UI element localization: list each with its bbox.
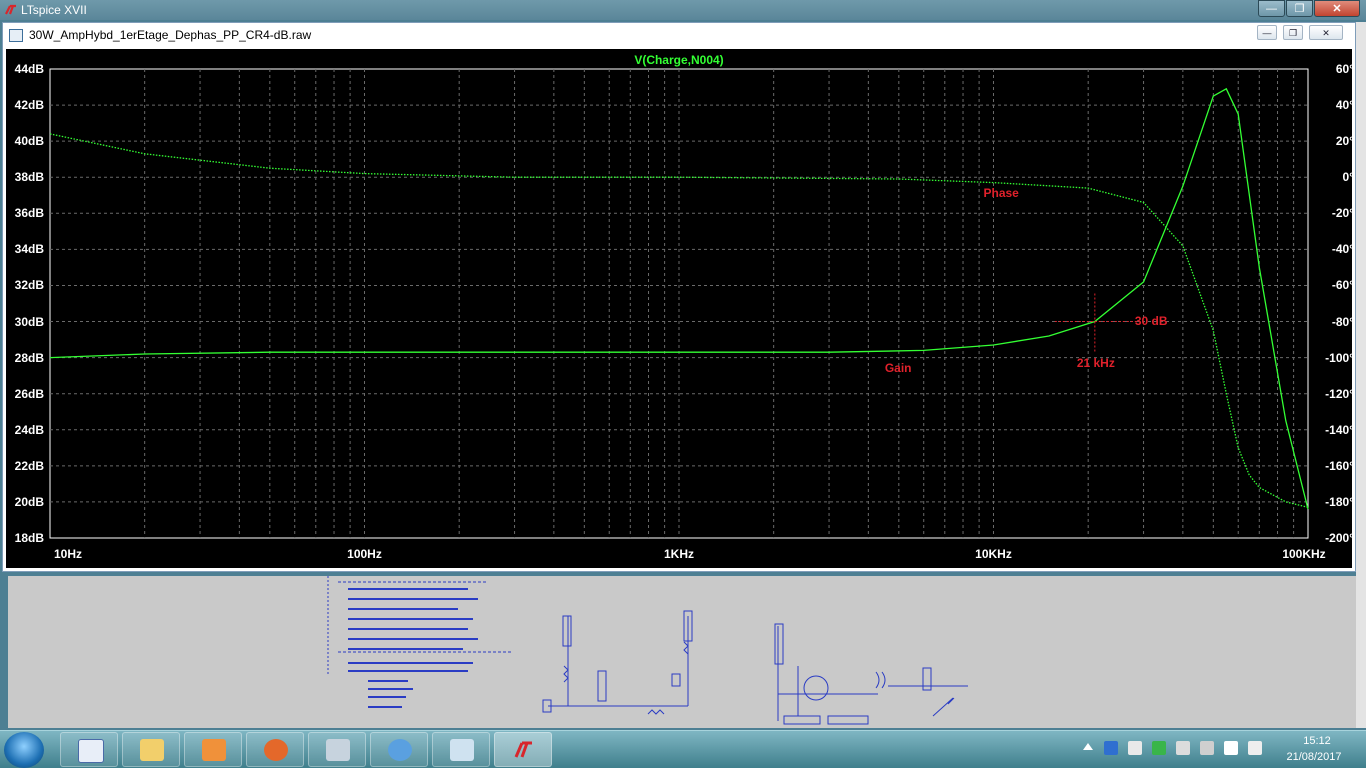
clock-date[interactable]: 21/08/2017 [1278, 751, 1350, 763]
y-left-tick-label: 30dB [14, 314, 44, 329]
plot-title[interactable]: V(Charge,N004) [6, 53, 1352, 67]
y-right-tick-label: -100° [1325, 350, 1354, 365]
maximize-button[interactable]: ❐ [1286, 0, 1313, 17]
y-left-tick-label: 40dB [14, 134, 44, 149]
waveform-close-button[interactable]: ✕ [1309, 25, 1343, 40]
word-icon [78, 739, 104, 763]
y-right-tick-label: 60° [1335, 62, 1354, 76]
y-right-tick-label: -180° [1325, 494, 1354, 509]
x-tick-label: 10KHz [975, 547, 1012, 561]
plot-area[interactable]: V(Charge,N004) 44dB 42dB 40dB 38dB 36dB 34dB 3… [6, 49, 1354, 568]
taskbar-firefox[interactable] [246, 732, 304, 767]
y-left-tick-label: 34dB [14, 242, 44, 257]
taskbar: 15:12 21/08/2017 [0, 730, 1366, 768]
vertical-scrollbar[interactable] [1356, 22, 1366, 728]
taskbar-calculator[interactable] [308, 732, 366, 767]
y-left-tick-label: 38dB [14, 170, 44, 185]
notepad-icon [450, 739, 474, 761]
y-left-tick-label: 22dB [14, 458, 44, 473]
signal-icon[interactable] [1224, 741, 1238, 755]
y-left-tick-label: 24dB [14, 422, 44, 437]
y-right-tick-label: 20° [1335, 134, 1354, 149]
annotation-30-db: 30 dB [1134, 313, 1168, 328]
y-left-tick-label: 42dB [14, 98, 44, 113]
media-player-icon [202, 739, 226, 761]
y-right-tick-label: 40° [1335, 98, 1354, 113]
y-right-tick-label: -20° [1331, 206, 1354, 221]
y-right-tick-label: -80° [1331, 314, 1354, 329]
y-left-tick-label: 26dB [14, 386, 44, 401]
x-tick-label: 10Hz [53, 547, 82, 561]
x-tick-label: 100Hz [347, 547, 382, 561]
y-right-tick-label: -140° [1325, 422, 1354, 437]
taskbar-media-player[interactable] [184, 732, 242, 767]
taskbar-explorer[interactable] [122, 732, 180, 767]
y-left-tick-label: 36dB [14, 206, 44, 221]
annotation-phase: Phase [983, 186, 1019, 201]
ltspice-icon [514, 741, 532, 758]
waveform-titlebar[interactable]: 30W_AmpHybd_1erEtage_Dephas_PP_CR4-dB.ra… [3, 23, 1355, 47]
device-icon[interactable] [1200, 741, 1214, 755]
app-title: LTspice XVII [21, 3, 87, 17]
firefox-icon [264, 739, 288, 761]
x-tick-label: 1KHz [663, 547, 694, 561]
y-right-tick-label: -200° [1325, 531, 1354, 545]
y-left-tick-label: 18dB [14, 531, 44, 545]
ltspice-main-window: LTspice XVII — ❐ ✕ 30W_AmpHybd_1erEtage_… [0, 0, 1366, 730]
y-left-tick-label: 32dB [14, 278, 44, 293]
start-button[interactable] [4, 732, 44, 768]
waveform-minimize-button[interactable]: — [1257, 25, 1277, 40]
action-center-icon[interactable] [1128, 741, 1142, 755]
waveform-window: 30W_AmpHybd_1erEtage_Dephas_PP_CR4-dB.ra… [2, 22, 1356, 572]
y-right-tick-label: 0° [1342, 170, 1354, 185]
schematic-drawing [327, 576, 968, 725]
taskbar-ltspice[interactable] [494, 732, 552, 767]
security-icon[interactable] [1152, 741, 1166, 755]
y-left-tick-label: 44dB [14, 62, 44, 76]
taskbar-word[interactable] [60, 732, 118, 767]
y-right-tick-label: -40° [1331, 242, 1354, 257]
ltspice-logo-icon [5, 4, 16, 15]
usb-icon[interactable] [1176, 741, 1190, 755]
titlebar[interactable]: LTspice XVII — ❐ ✕ [0, 0, 1366, 20]
minimize-button[interactable]: — [1258, 0, 1285, 17]
y-right-tick-label: -160° [1325, 458, 1354, 473]
close-button[interactable]: ✕ [1314, 0, 1360, 17]
schematic-window[interactable] [8, 576, 1356, 728]
volume-icon[interactable] [1248, 741, 1262, 755]
y-right-tick-label: -120° [1325, 386, 1354, 401]
taskbar-orb[interactable] [370, 732, 428, 767]
annotation-21-khz: 21 kHz [1076, 355, 1115, 370]
explorer-icon [140, 739, 164, 761]
bode-plot[interactable] [6, 49, 1352, 568]
y-right-tick-label: -60° [1331, 278, 1354, 293]
x-tick-label: 100KHz [1282, 547, 1326, 561]
network-tray-icon[interactable] [1104, 741, 1118, 755]
waveform-restore-button[interactable]: ❐ [1283, 25, 1303, 40]
clock-time[interactable]: 15:12 [1284, 735, 1350, 747]
show-hidden-icons-icon[interactable] [1083, 743, 1093, 750]
taskbar-notepad[interactable] [432, 732, 490, 767]
calculator-icon [326, 739, 350, 761]
waveform-title: 30W_AmpHybd_1erEtage_Dephas_PP_CR4-dB.ra… [29, 28, 312, 42]
orb-icon [388, 739, 412, 761]
y-left-tick-label: 28dB [14, 350, 44, 365]
annotation-gain: Gain [884, 361, 912, 376]
waveform-file-icon [9, 29, 23, 42]
y-left-tick-label: 20dB [14, 494, 44, 509]
